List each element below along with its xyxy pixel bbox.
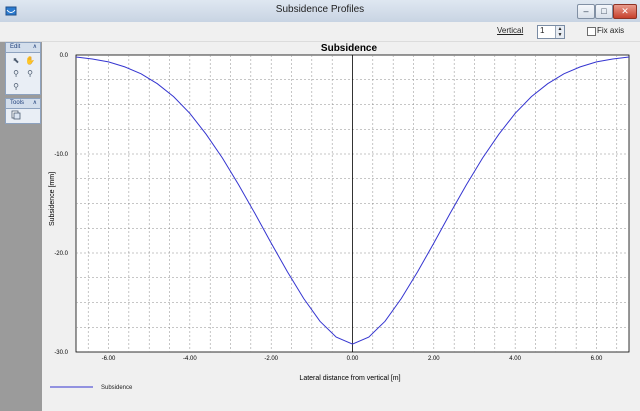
vertical-spinner[interactable]: 1 ▲ ▼ (537, 25, 565, 39)
vertical-spinner-value[interactable]: 1 (540, 26, 544, 35)
copy-icon[interactable] (11, 110, 21, 120)
x-tick-label: 4.00 (509, 356, 521, 362)
x-tick-label: 2.00 (428, 356, 440, 362)
y-axis-label: Subsidence [mm] (49, 172, 56, 226)
subsidence-profiles-window: Subsidence Profiles – □ ✕ Vertical 1 ▲ ▼… (0, 0, 640, 411)
collapse-chevron-icon[interactable]: ∧ (33, 99, 37, 108)
x-tick-label: 6.00 (591, 356, 603, 362)
edit-group-title: Edit (10, 44, 21, 50)
subsidence-chart[interactable]: Subsidence -6.00 -4.00 -2.00 0.00 2.00 4.00 6.… (43, 42, 640, 411)
minimize-button[interactable]: – (577, 4, 595, 19)
x-tick-label: -6.00 (102, 356, 116, 362)
tool-sidebar: Edit ∧ ⬉ ✋ ⚲ ⚲ ⚲ Tools ∧ (0, 42, 42, 411)
tools-group: Tools ∧ (5, 98, 41, 124)
zoom-in-icon[interactable]: ⚲ (11, 69, 21, 79)
tools-group-title: Tools (10, 100, 25, 106)
hand-pan-icon[interactable]: ✋ (25, 56, 35, 66)
chart-title: Subsidence (321, 43, 378, 54)
legend: Subsidence (50, 385, 133, 391)
pointer-icon[interactable]: ⬉ (11, 56, 21, 66)
y-tick-label: -30.0 (54, 350, 68, 356)
y-tick-label: -10.0 (54, 152, 68, 158)
fix-axis-label[interactable]: Fix axis (597, 26, 624, 35)
collapse-chevron-icon[interactable]: ∧ (33, 43, 37, 52)
zoom-out-icon[interactable]: ⚲ (25, 69, 35, 79)
vertical-label: Vertical (497, 26, 524, 35)
x-axis-label: Lateral distance from vertical [m] (299, 375, 400, 382)
edit-group-header[interactable]: Edit ∧ (6, 43, 40, 53)
x-tick-label: 0.00 (347, 356, 359, 362)
x-tick-label: -2.00 (264, 356, 278, 362)
maximize-button[interactable]: □ (595, 4, 613, 19)
close-button[interactable]: ✕ (613, 4, 637, 19)
edit-group: Edit ∧ ⬉ ✋ ⚲ ⚲ ⚲ (5, 42, 41, 95)
legend-label-subsidence: Subsidence (101, 385, 133, 391)
title-bar[interactable]: Subsidence Profiles – □ ✕ (0, 0, 640, 23)
window-title: Subsidence Profiles (275, 4, 365, 15)
zoom-extents-icon[interactable]: ⚲ (11, 82, 21, 92)
y-tick-label: -20.0 (54, 251, 68, 257)
chart-panel[interactable]: Subsidence -6.00 -4.00 -2.00 0.00 2.00 4.00 6.… (43, 42, 640, 411)
options-toolbar: Vertical 1 ▲ ▼ Fix axis (0, 22, 640, 42)
fix-axis-checkbox[interactable] (587, 27, 596, 36)
tools-group-header[interactable]: Tools ∧ (6, 99, 40, 109)
y-tick-label: 0.0 (60, 53, 69, 59)
spinner-down-icon[interactable]: ▼ (555, 32, 564, 38)
x-tick-label: -4.00 (183, 356, 197, 362)
